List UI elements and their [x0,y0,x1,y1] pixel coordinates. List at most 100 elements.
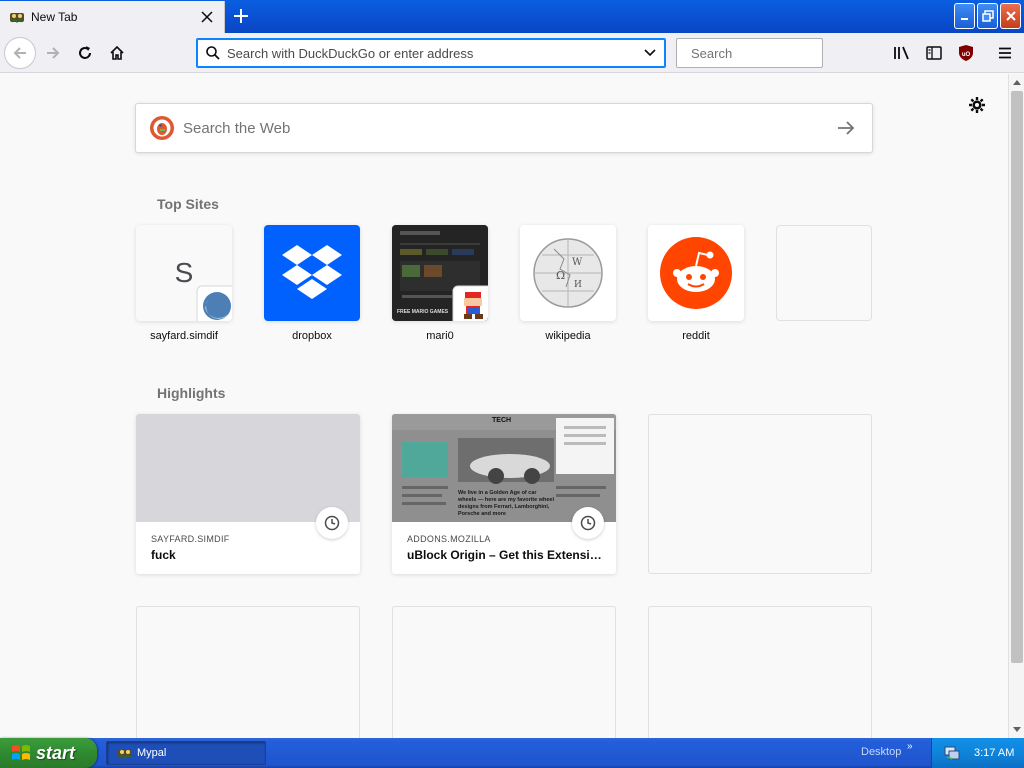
top-sites-heading: Top Sites [157,196,219,212]
search-icon [206,46,220,60]
title-bar: New Tab [0,0,1024,33]
search-input[interactable] [691,45,867,61]
taskbar-item-label: Mypal [137,747,167,759]
highlight-thumbnail [136,414,360,522]
plus-icon [234,9,248,23]
url-input[interactable] [227,45,643,61]
web-search-box[interactable] [135,103,873,153]
reddit-logo-icon [660,237,732,309]
mario-favicon-icon [452,285,488,321]
tab-title: New Tab [31,10,78,24]
desktop-toolbar-label[interactable]: Desktop [861,746,901,758]
scroll-down-button[interactable] [1009,722,1024,738]
tab-new-tab[interactable]: New Tab [0,1,225,33]
thumb-article-headline: We live in a Golden Age of car wheels — … [458,490,554,517]
windows-flag-icon [12,745,30,760]
mypal-app-icon [118,749,132,760]
window-minimize-button[interactable] [954,3,975,29]
system-clock[interactable]: 3:17 AM [974,747,1014,759]
top-site-tile-dropbox[interactable] [264,225,360,321]
top-site-label: sayfard.simdif [150,330,218,342]
window-restore-button[interactable] [977,3,998,29]
customize-button[interactable] [966,94,988,116]
highlight-card[interactable]: SAYFARD.SIMDIF fuck [136,414,360,574]
web-search-input[interactable] [183,119,826,137]
arrow-left-icon [13,47,26,59]
minimize-icon [960,18,968,20]
reload-button[interactable] [69,37,101,69]
arrow-down-icon [1013,727,1021,732]
window-close-button[interactable] [1000,3,1021,29]
scroll-up-button[interactable] [1009,74,1024,90]
top-site-tile-mari0[interactable]: FREE MARIO GAMES [392,225,488,321]
top-site-empty-slot [776,225,872,321]
highlight-host: SAYFARD.SIMDIF [151,534,230,544]
top-site-label: mari0 [426,330,454,342]
top-site-tile-wikipedia[interactable]: Ω W И [520,225,616,321]
close-icon [1005,11,1016,21]
network-tray-icon[interactable] [944,745,960,761]
chevron-down-icon[interactable] [643,46,657,60]
new-tab-page: Top Sites S sayfard.simdif dropbox [0,74,1008,766]
library-icon [894,46,909,60]
site-favicon-icon [196,285,232,321]
menu-button[interactable] [989,37,1021,69]
duckduckgo-logo-icon [150,116,174,140]
navigation-toolbar: uO [0,33,1024,73]
restore-icon [981,10,994,22]
thumb-label-tech: TECH [492,417,512,424]
highlight-card[interactable]: TECH We live in a Golden Age of car whee… [392,414,616,574]
taskbar-item-mypal[interactable]: Mypal [106,741,266,765]
vertical-scrollbar[interactable] [1008,74,1024,738]
wikipedia-globe-icon: Ω W И [533,238,603,308]
thumb-caption: FREE MARIO GAMES [397,309,449,315]
library-button[interactable] [886,37,918,69]
hamburger-menu-icon [999,47,1011,59]
history-badge [572,507,604,539]
gear-icon [969,97,985,113]
sidebar-button[interactable] [918,37,950,69]
sidebar-icon [926,46,942,60]
svg-text:И: И [574,280,582,290]
highlight-host: ADDONS.MOZILLA [407,534,491,544]
mypal-favicon-icon [10,13,24,24]
start-label: start [36,742,76,763]
arrow-right-icon [47,47,60,59]
highlight-title: fuck [151,548,176,562]
ublock-shield-icon: uO [959,45,973,61]
back-button[interactable] [4,37,36,69]
arrow-up-icon [1013,80,1021,85]
ublock-button[interactable]: uO [950,37,982,69]
arrow-right-icon [838,121,855,135]
highlights-heading: Highlights [157,385,226,401]
tab-close-button[interactable] [196,6,218,28]
scrollbar-thumb[interactable] [1011,91,1023,663]
home-button[interactable] [101,37,133,69]
svg-text:uO: uO [962,52,971,58]
toolbar-chevron-icon[interactable]: » [907,741,913,752]
url-bar[interactable] [196,38,666,68]
history-badge [316,507,348,539]
close-icon [201,11,213,23]
clock-icon [580,515,596,531]
home-icon [110,45,124,60]
top-site-tile-sayfard[interactable]: S [136,225,232,321]
top-site-label: dropbox [292,330,332,342]
reload-icon [79,46,91,59]
clock-icon [324,515,340,531]
svg-text:Ω: Ω [556,269,565,282]
start-button[interactable]: start [0,738,97,768]
top-site-tile-reddit[interactable] [648,225,744,321]
forward-button[interactable] [37,37,69,69]
svg-text:W: W [572,257,583,268]
search-bar[interactable] [676,38,867,68]
system-tray: 3:17 AM [931,738,1024,768]
highlight-title: uBlock Origin – Get this Extensio... [407,548,607,562]
search-submit-button[interactable] [826,108,866,148]
highlight-empty-slot [648,414,872,574]
top-site-label: reddit [682,330,710,342]
dropbox-logo-icon [282,245,342,299]
top-site-label: wikipedia [545,330,591,342]
new-tab-button[interactable] [228,3,254,29]
taskbar: start Mypal Desktop » 3:17 AM [0,738,1024,768]
